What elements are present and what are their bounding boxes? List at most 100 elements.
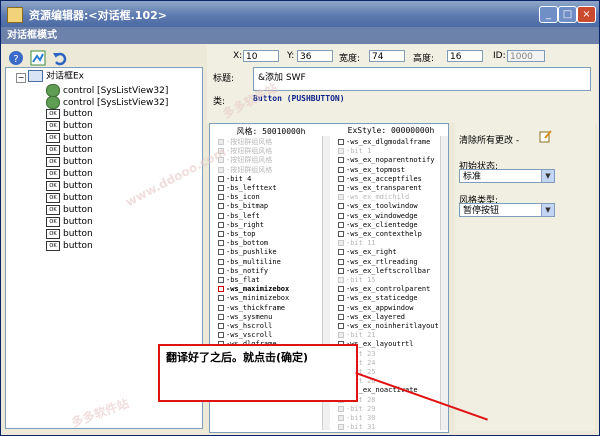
checkbox-icon bbox=[338, 304, 344, 311]
checkbox-icon bbox=[218, 203, 224, 210]
checkbox-label: -ws_ex_contexthelp bbox=[346, 230, 422, 238]
maximize-button[interactable]: □ bbox=[558, 6, 577, 23]
exstyle-checkbox[interactable]: -ws_ex_noparentnotify bbox=[338, 156, 435, 165]
x-input[interactable]: 10 bbox=[243, 50, 279, 62]
exstyle-checkbox[interactable]: -ws_ex_acceptfiles bbox=[338, 175, 422, 184]
style-checkbox[interactable]: -bs_lefttext bbox=[218, 184, 277, 193]
exstyle-checkbox: -ws_ex_mdichild bbox=[338, 193, 409, 202]
exstyle-checkbox[interactable]: -ws_ex_leftscrollbar bbox=[338, 267, 430, 276]
style-checkbox[interactable]: -bs_bitmap bbox=[218, 202, 268, 211]
checkbox-label: -ws_minimizebox bbox=[226, 294, 290, 303]
init-state-select[interactable]: 标准 ▼ bbox=[459, 169, 555, 183]
style-checkbox[interactable]: -bs_flat bbox=[218, 276, 260, 285]
style-checkbox[interactable]: -ws_sysmenu bbox=[218, 313, 272, 322]
checkbox-icon bbox=[218, 212, 224, 219]
style-checkbox[interactable]: -bs_multiline bbox=[218, 258, 281, 267]
help-icon[interactable]: ? bbox=[7, 49, 25, 67]
chevron-down-icon[interactable]: ▼ bbox=[541, 204, 554, 216]
style-checkbox[interactable]: -bs_top bbox=[218, 230, 256, 239]
exstyle-checkbox[interactable]: -ws_ex_right bbox=[338, 248, 397, 257]
tree-item[interactable]: OK button bbox=[46, 192, 93, 204]
exstyle-checkbox[interactable]: -ws_ex_noinheritlayout bbox=[338, 322, 439, 331]
style-checkbox[interactable]: -bs_bottom bbox=[218, 239, 268, 248]
checkbox-label: -ws_ex_right bbox=[346, 248, 397, 257]
chevron-down-icon[interactable]: ▼ bbox=[541, 170, 554, 182]
right-panel: 清除所有更改 - 初始状态: 标准 ▼ 风格类型: 暂停按钮 ▼ bbox=[455, 123, 595, 431]
tree-item[interactable]: OK button bbox=[46, 204, 93, 216]
width-input[interactable]: 74 bbox=[369, 50, 405, 62]
id-input[interactable]: 1000 bbox=[507, 50, 545, 62]
minimize-button[interactable]: _ bbox=[539, 6, 558, 23]
height-input[interactable]: 16 bbox=[447, 50, 483, 62]
style-checkbox[interactable]: -bit 4 bbox=[218, 175, 251, 184]
tree-item-label: button bbox=[63, 157, 93, 167]
checkbox-icon bbox=[338, 166, 344, 173]
tree-item[interactable]: OK button bbox=[46, 108, 93, 120]
tree-item[interactable]: OK button bbox=[46, 180, 93, 192]
checkbox-icon bbox=[338, 286, 344, 293]
style-checkbox[interactable]: -ws_thickframe bbox=[218, 304, 285, 313]
tree-item[interactable]: OK button bbox=[46, 216, 93, 228]
style-checkbox[interactable]: -bs_notify bbox=[218, 267, 268, 276]
tree-item-label: button bbox=[63, 205, 93, 215]
checkbox-label: -ws_ex_leftscrollbar bbox=[346, 266, 431, 275]
y-input[interactable]: 36 bbox=[297, 50, 333, 62]
close-button[interactable]: × bbox=[577, 6, 596, 23]
exstyle-checkbox[interactable]: -ws_ex_layered bbox=[338, 313, 405, 322]
checkbox-icon bbox=[338, 157, 344, 164]
checkbox-icon bbox=[218, 185, 224, 191]
edit-icon[interactable] bbox=[539, 129, 553, 143]
style-type-select[interactable]: 暂停按钮 ▼ bbox=[459, 203, 555, 217]
checkbox-label: -bs_bottom bbox=[226, 239, 269, 248]
tree-item[interactable]: control [SysListView32] bbox=[46, 96, 168, 109]
style-checkbox[interactable]: -ws_minimizebox bbox=[218, 294, 289, 303]
style-checkbox[interactable]: -ws_maximizebox bbox=[218, 285, 289, 294]
id-label: ID: bbox=[493, 51, 506, 61]
tree-item[interactable]: OK button bbox=[46, 132, 93, 144]
checkbox-label: -bs_flat bbox=[226, 276, 260, 284]
exstyle-checkbox[interactable]: -ws_ex_staticedge bbox=[338, 294, 418, 303]
exstyle-checkbox[interactable]: -ws_ex_rtlreading bbox=[338, 258, 418, 267]
button-icon: OK bbox=[46, 192, 60, 203]
tree-item[interactable]: OK button bbox=[46, 144, 93, 156]
style-checkbox[interactable]: -bs_pushlike bbox=[218, 248, 277, 257]
exstyle-checkbox[interactable]: -ws_ex_clientedge bbox=[338, 221, 418, 230]
exstyle-checkbox[interactable]: -ws_ex_topmost bbox=[338, 166, 405, 175]
preview-icon[interactable] bbox=[29, 49, 47, 67]
exstyle-checkbox[interactable]: -ws_ex_appwindow bbox=[338, 304, 413, 313]
style-checkbox[interactable]: -bs_icon bbox=[218, 193, 260, 202]
exstyle-checkbox[interactable]: -ws_ex_dlgmodalframe bbox=[338, 138, 430, 147]
style-checkbox[interactable]: -bs_right bbox=[218, 221, 264, 230]
collapse-icon[interactable]: − bbox=[16, 73, 26, 83]
tree-item[interactable]: OK button bbox=[46, 240, 93, 252]
tree-item[interactable]: OK button bbox=[46, 168, 93, 180]
exstyle-checkbox[interactable]: -ws_ex_contexthelp bbox=[338, 230, 422, 239]
exstyle-checkbox: -bit 21 bbox=[338, 331, 376, 340]
undo-icon[interactable] bbox=[51, 49, 69, 67]
checkbox-label: -ws_ex_topmost bbox=[346, 165, 406, 174]
checkbox-icon bbox=[338, 332, 344, 339]
style-checkbox[interactable]: -bs_left bbox=[218, 212, 260, 221]
exstyle-checkbox: -bit 31 bbox=[338, 423, 376, 432]
exstyle-checkbox[interactable]: -ws_ex_transparent bbox=[338, 184, 422, 193]
exstyle-checkbox[interactable]: -ws_ex_windowedge bbox=[338, 212, 418, 221]
tree-item[interactable]: OK button bbox=[46, 228, 93, 240]
clear-changes-label[interactable]: 清除所有更改 - bbox=[459, 133, 519, 146]
tree-item[interactable]: OK button bbox=[46, 156, 93, 168]
style-checkbox[interactable]: -ws_hscroll bbox=[218, 322, 272, 331]
exstyle-checkbox[interactable]: -ws_ex_toolwindow bbox=[338, 202, 418, 211]
title-bar[interactable]: 资源编辑器:<对话框.102> _ □ × bbox=[1, 1, 599, 27]
checkbox-icon bbox=[338, 424, 344, 431]
style-checkbox[interactable]: -ws_vscroll bbox=[218, 331, 272, 340]
checkbox-label: -bit 1 bbox=[346, 147, 372, 156]
caption-input[interactable]: &添加 SWF bbox=[253, 67, 591, 91]
checkbox-label: -ws_ex_layered bbox=[346, 312, 406, 321]
tree-item[interactable]: OK button bbox=[46, 120, 93, 132]
dialog-mode-header: 对话框模式 bbox=[1, 27, 599, 44]
tree-root[interactable]: 对话框Ex bbox=[28, 70, 84, 82]
checkbox-icon bbox=[338, 323, 344, 329]
exstyle-scrollbar[interactable] bbox=[440, 136, 448, 430]
button-icon: OK bbox=[46, 156, 60, 167]
tree-item[interactable]: control [SysListView32] bbox=[46, 84, 168, 97]
exstyle-checkbox[interactable]: -ws_ex_controlparent bbox=[338, 285, 430, 294]
